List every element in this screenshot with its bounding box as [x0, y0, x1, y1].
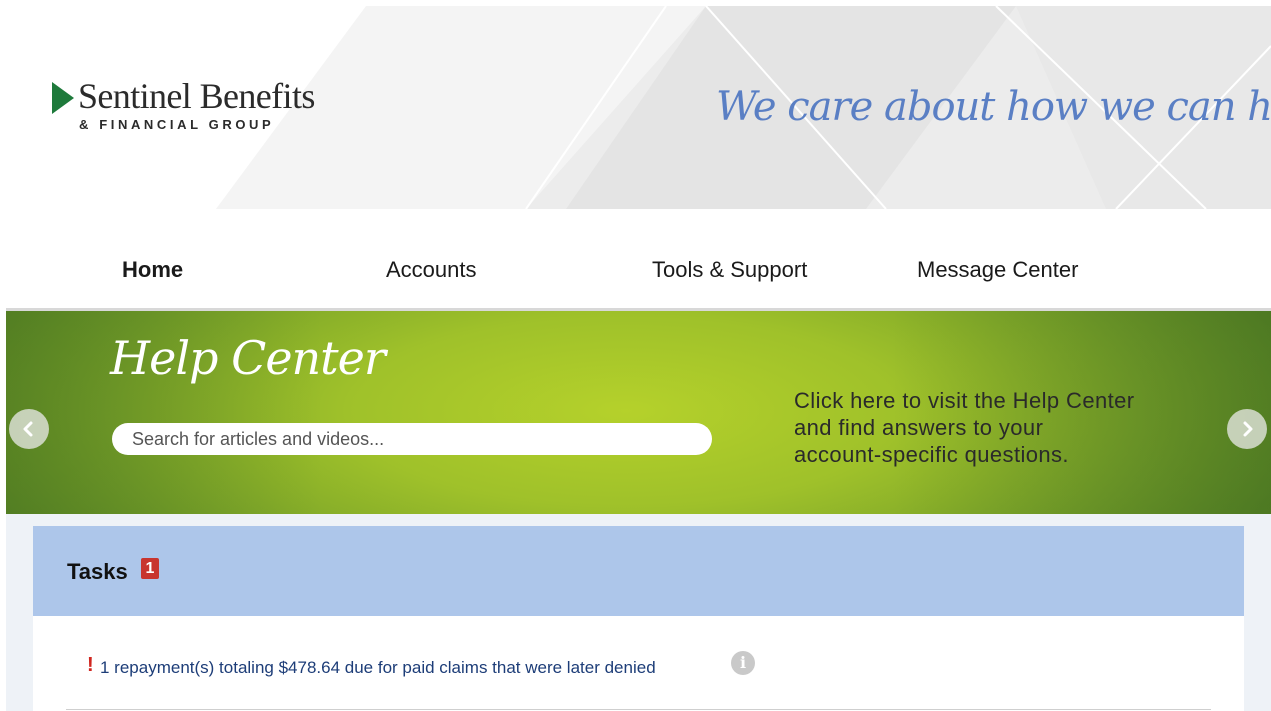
chevron-left-icon — [23, 421, 33, 437]
banner-title: Help Center — [110, 331, 386, 385]
site-header: Sentinel Benefits & FINANCIAL GROUP We c… — [6, 6, 1271, 209]
carousel-next-button[interactable] — [1227, 409, 1267, 449]
help-search-input[interactable] — [112, 423, 712, 455]
banner-text-line: account-specific questions. — [794, 442, 1069, 467]
tasks-list: ! 1 repayment(s) totaling $478.64 due fo… — [33, 616, 1244, 711]
task-divider — [66, 709, 1211, 710]
nav-accounts[interactable]: Accounts — [386, 257, 477, 283]
nav-tools-support[interactable]: Tools & Support — [652, 257, 807, 283]
alert-icon: ! — [87, 654, 94, 676]
logo-subtitle: & FINANCIAL GROUP — [79, 117, 275, 132]
main-nav: Home Accounts Tools & Support Message Ce… — [6, 209, 1271, 309]
tasks-title: Tasks — [67, 559, 128, 584]
help-center-banner[interactable]: Help Center Click here to visit the Help… — [6, 311, 1271, 514]
logo-name: Sentinel Benefits — [78, 76, 315, 116]
header-tagline: We care about how we can help. — [716, 84, 1271, 130]
tasks-header: Tasks 1 — [33, 526, 1244, 616]
nav-home[interactable]: Home — [122, 257, 183, 283]
banner-description[interactable]: Click here to visit the Help Center and … — [794, 387, 1224, 468]
nav-message-center[interactable]: Message Center — [917, 257, 1078, 283]
logo-arrow-icon — [52, 82, 74, 114]
info-icon[interactable]: i — [731, 651, 755, 675]
carousel-prev-button[interactable] — [9, 409, 49, 449]
task-item-repayment[interactable]: 1 repayment(s) totaling $478.64 due for … — [100, 658, 656, 678]
chevron-right-icon — [1243, 421, 1253, 437]
banner-text-line: and find answers to your — [794, 415, 1044, 440]
banner-text-line: Click here to visit the Help Center — [794, 388, 1135, 413]
tasks-count-badge: 1 — [141, 558, 159, 579]
